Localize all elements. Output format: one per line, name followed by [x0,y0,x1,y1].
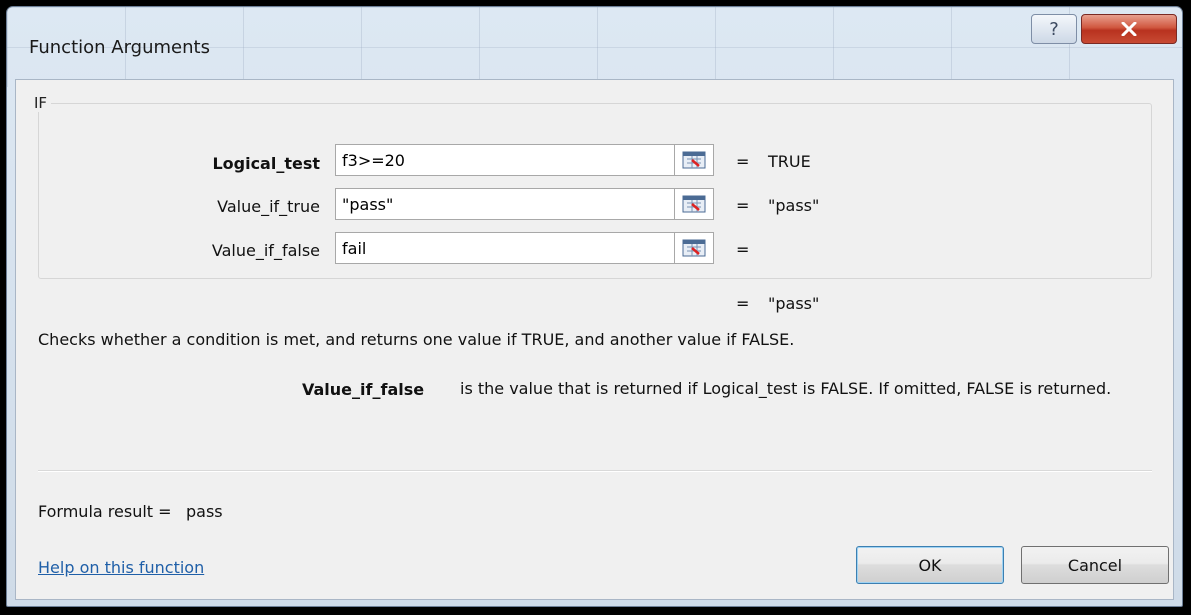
arg-help-name: Value_if_false [302,380,425,399]
ok-button[interactable]: OK [856,546,1004,584]
arg-equals-sign: = [736,196,750,215]
collapse-dialog-icon [682,151,706,169]
logical-test-result: TRUE [768,152,811,171]
logical-test-input[interactable] [335,144,675,176]
arg-label-value-if-false: Value_if_false [211,241,320,260]
dialog-content: IF Logical_test = TRUE Value_if_true = [15,79,1174,600]
cancel-button[interactable]: Cancel [1021,546,1169,584]
arg-label-value-if-true: Value_if_true [217,197,320,216]
formula-result-value: pass [186,502,223,521]
overall-equals-sign: = [736,294,750,313]
close-icon [1121,22,1137,36]
overall-result: "pass" [768,294,820,313]
collapse-dialog-icon [682,195,706,213]
close-button[interactable] [1081,14,1177,44]
arg-equals-sign: = [736,152,750,171]
function-description: Checks whether a condition is met, and r… [38,330,795,349]
value-if-true-result: "pass" [768,196,820,215]
value-if-false-collapse-button[interactable] [674,232,714,264]
arg-equals-sign: = [736,240,750,259]
function-arguments-dialog: Function Arguments ? IF Logical_test = T… [6,6,1183,607]
logical-test-collapse-button[interactable] [674,144,714,176]
collapse-dialog-icon [682,239,706,257]
help-button[interactable]: ? [1031,14,1077,44]
arg-help-text: is the value that is returned if Logical… [460,379,1112,398]
value-if-true-collapse-button[interactable] [674,188,714,220]
question-mark-icon: ? [1049,18,1059,40]
value-if-false-input[interactable] [335,232,675,264]
dialog-title: Function Arguments [29,37,210,58]
help-on-function-link[interactable]: Help on this function [38,558,204,577]
value-if-true-input[interactable] [335,188,675,220]
function-name-label: IF [30,94,52,112]
divider [38,470,1152,472]
formula-result-label: Formula result = [38,502,172,521]
arg-label-logical-test: Logical_test [212,154,320,173]
